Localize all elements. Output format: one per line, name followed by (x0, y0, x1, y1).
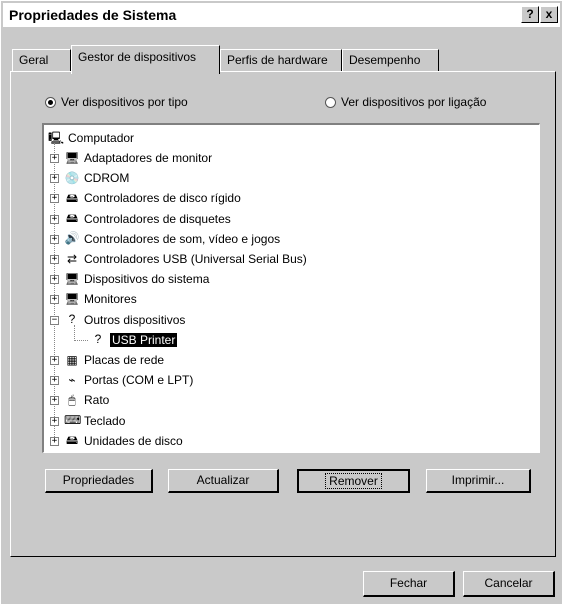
radio-by-connection-label: Ver dispositivos por ligação (341, 95, 487, 109)
tree-item-label: USB Printer (110, 332, 178, 347)
window-title: Propriedades de Sistema (9, 7, 177, 23)
help-button[interactable]: ? (521, 6, 539, 23)
expand-icon[interactable]: + (50, 174, 59, 184)
tab-geral[interactable]: Geral (12, 49, 71, 71)
tab-gestor-de-dispositivos[interactable]: Gestor de dispositivos (71, 45, 220, 74)
tree-item-label: Controladores de disco rígido (84, 191, 241, 206)
tree-item[interactable]: ⇄ Controladores USB (Universal Serial Bus… (64, 250, 307, 268)
expand-icon[interactable]: + (50, 396, 59, 406)
radio-by-type-label: Ver dispositivos por tipo (61, 95, 188, 109)
tree-item[interactable]: 🖱 Rato (64, 391, 109, 409)
expand-icon[interactable]: + (50, 255, 59, 264)
tab-desempenho[interactable]: Desempenho (342, 49, 439, 71)
expand-icon[interactable]: + (50, 194, 59, 204)
tree-item-label: Portas (COM e LPT) (84, 373, 194, 388)
system-properties-window: Propriedades de Sistema ? x Geral Gestor… (0, 0, 563, 605)
refresh-button[interactable]: Actualizar (168, 469, 279, 493)
expand-icon[interactable]: + (50, 275, 59, 285)
tree-item-label: Controladores de disquetes (84, 211, 231, 226)
tree-item[interactable]: ⌨ Teclado (64, 412, 125, 430)
expand-icon[interactable]: + (50, 214, 59, 224)
monitor-icon: 🖥 (64, 291, 80, 306)
disk-controller-icon: 🖴 (65, 190, 79, 205)
tree-item-label: Dispositivos do sistema (84, 272, 210, 287)
radio-by-type-indicator[interactable] (45, 96, 56, 108)
radio-by-type[interactable]: Ver dispositivos por tipo (45, 95, 188, 109)
tree-item[interactable]: ⌁ Portas (COM e LPT) (64, 371, 193, 389)
tree-item[interactable]: 🖥 Monitores (64, 290, 137, 308)
tree-item-label: Placas de rede (84, 353, 165, 367)
tree-item[interactable]: 🔊 Controladores de som, vídeo e jogos (64, 230, 281, 248)
close-window-button[interactable]: x (540, 6, 558, 23)
radio-by-connection-indicator[interactable] (325, 96, 336, 108)
properties-button[interactable]: Propriedades (45, 469, 153, 493)
network-card-icon: ▦ (66, 352, 78, 367)
usb-icon: ⇄ (66, 251, 78, 266)
floppy-controller-icon: 🖴 (65, 211, 79, 226)
disk-drive-icon: 🖴 (65, 433, 79, 448)
remove-button[interactable]: Remover (297, 469, 410, 493)
device-tree[interactable]: 🖳 Computador + 🖥 Adaptadores de monitor + 💿 C… (42, 123, 540, 453)
tree-item[interactable]: ? Outros dispositivos (64, 311, 186, 329)
tree-root-computer[interactable]: 🖳 Computador (48, 129, 134, 147)
tree-item[interactable]: ▦ Placas de rede (64, 351, 164, 369)
tree-item-label: Unidades de disco (84, 433, 183, 448)
mouse-icon: 🖱 (68, 392, 76, 407)
tree-item[interactable]: 🖴 Controladores de disquetes (64, 210, 231, 228)
radio-by-connection[interactable]: Ver dispositivos por ligação (325, 95, 486, 109)
tree-item-label: Rato (84, 393, 110, 408)
close-button[interactable]: Fechar (363, 571, 455, 597)
title-bar[interactable]: Propriedades de Sistema ? x (3, 3, 560, 27)
expand-icon[interactable]: + (50, 295, 59, 305)
sound-icon: 🔊 (64, 231, 80, 246)
port-icon: ⌁ (68, 372, 76, 387)
system-device-icon: 🖥 (64, 271, 80, 286)
tree-item-usb-printer[interactable]: ? USB Printer (90, 331, 178, 349)
tree-item[interactable]: 💿 CDROM (64, 169, 130, 187)
tree-item[interactable]: 🖥 Dispositivos do sistema (64, 270, 209, 288)
tree-item-label: Controladores de som, vídeo e jogos (84, 231, 281, 246)
print-button[interactable]: Imprimir... (426, 469, 531, 493)
keyboard-icon: ⌨ (64, 413, 82, 428)
tree-branch-line (74, 339, 88, 341)
expand-icon[interactable]: + (50, 154, 59, 163)
tree-item[interactable]: 🖥 Adaptadores de monitor (64, 149, 212, 167)
expand-icon[interactable]: + (50, 436, 59, 446)
tree-branch-line (74, 324, 75, 341)
tree-item-label: Teclado (84, 413, 126, 428)
remove-button-label: Remover (325, 473, 382, 489)
cancel-button[interactable]: Cancelar (463, 571, 555, 597)
unknown-device-icon: ? (94, 332, 102, 347)
tree-item-label: CDROM (84, 171, 130, 186)
tree-root-label: Computador (68, 131, 135, 145)
expand-icon[interactable]: + (50, 234, 59, 244)
computer-icon: 🖳 (48, 130, 65, 145)
question-device-icon: ? (68, 312, 76, 327)
tree-item-label: Adaptadores de monitor (84, 151, 213, 165)
expand-icon[interactable]: + (50, 356, 59, 365)
tree-item[interactable]: 🖴 Unidades de disco (64, 432, 183, 450)
collapse-icon[interactable]: − (50, 315, 59, 325)
tree-item[interactable]: 🖴 Controladores de disco rígido (64, 189, 241, 207)
tree-item-label: Controladores USB (Universal Serial Bus) (84, 252, 307, 266)
cdrom-icon: 💿 (64, 170, 80, 185)
expand-icon[interactable]: + (50, 376, 59, 386)
tab-perfis-de-hardware[interactable]: Perfis de hardware (220, 49, 342, 71)
expand-icon[interactable]: + (50, 416, 59, 426)
monitor-icon: 🖥 (64, 150, 80, 165)
tree-item-label: Monitores (84, 292, 137, 307)
tree-item-label: Outros dispositivos (84, 312, 186, 327)
